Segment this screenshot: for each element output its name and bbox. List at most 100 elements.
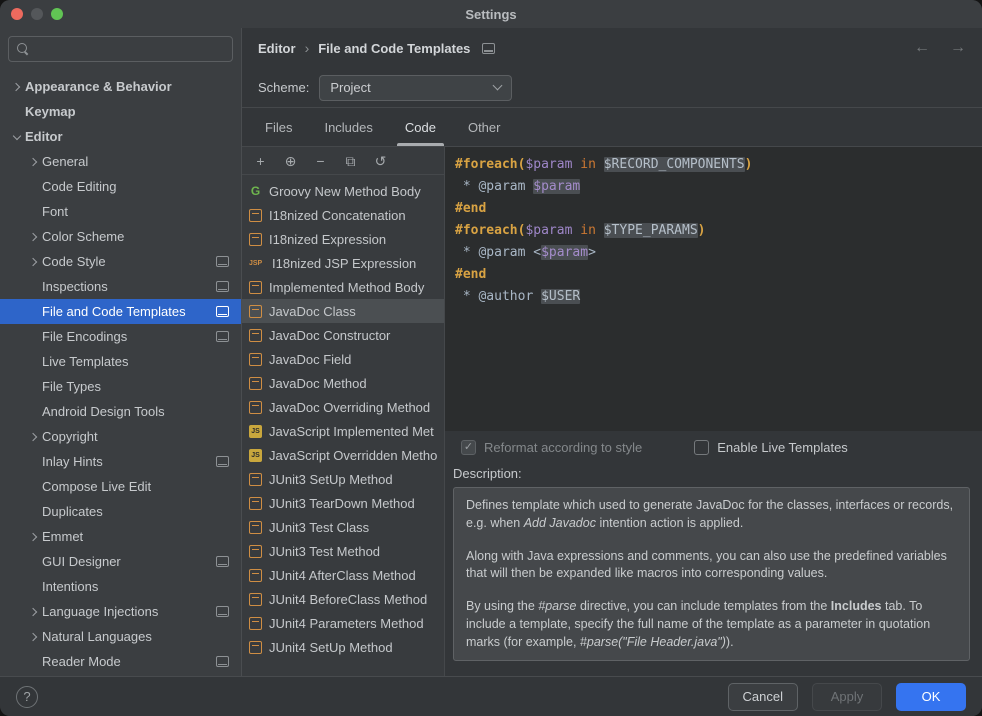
sidebar-item-compose-live-edit[interactable]: Compose Live Edit — [0, 474, 241, 499]
template-item-junit3-test-class[interactable]: JUnit3 Test Class — [242, 515, 444, 539]
sidebar-item-reader-mode[interactable]: Reader Mode — [0, 649, 241, 674]
template-editor[interactable]: #foreach($param in $RECORD_COMPONENTS) *… — [445, 147, 982, 431]
template-item-javadoc-class[interactable]: JavaDoc Class — [242, 299, 444, 323]
template-item-junit4-afterclass-method[interactable]: JUnit4 AfterClass Method — [242, 563, 444, 587]
breadcrumb: Editor › File and Code Templates — [258, 40, 495, 56]
template-item-i18nized-expression[interactable]: I18nized Expression — [242, 227, 444, 251]
live-templates-checkbox[interactable] — [694, 440, 709, 455]
template-item-junit4-setup-method[interactable]: JUnit4 SetUp Method — [242, 635, 444, 659]
chevron-right-icon[interactable] — [25, 534, 42, 540]
titlebar: Settings — [0, 0, 982, 28]
sidebar-item-gui-designer[interactable]: GUI Designer — [0, 549, 241, 574]
template-item-junit4-parameters-method[interactable]: JUnit4 Parameters Method — [242, 611, 444, 635]
sidebar-item-duplicates[interactable]: Duplicates — [0, 499, 241, 524]
template-file-icon — [249, 521, 262, 534]
settings-search[interactable] — [8, 36, 233, 62]
template-item-groovy-new-method-body[interactable]: GGroovy New Method Body — [242, 179, 444, 203]
breadcrumb-editor[interactable]: Editor — [258, 41, 296, 56]
scheme-label: Scheme: — [258, 80, 309, 95]
sidebar-item-intentions[interactable]: Intentions — [0, 574, 241, 599]
sidebar-item-live-templates[interactable]: Live Templates — [0, 349, 241, 374]
add-icon[interactable]: + — [253, 154, 268, 168]
settings-window: Settings Appearance & BehaviorKeymapEdit… — [0, 0, 982, 716]
chevron-down-icon[interactable] — [8, 135, 25, 139]
close-window-button[interactable] — [11, 8, 23, 20]
template-item-i18nized-concatenation[interactable]: I18nized Concatenation — [242, 203, 444, 227]
sidebar-item-file-encodings[interactable]: File Encodings — [0, 324, 241, 349]
template-item-junit4-beforeclass-method[interactable]: JUnit4 BeforeClass Method — [242, 587, 444, 611]
sidebar-item-copyright[interactable]: Copyright — [0, 424, 241, 449]
chevron-right-icon[interactable] — [25, 434, 42, 440]
sidebar-item-inlay-hints[interactable]: Inlay Hints — [0, 449, 241, 474]
back-icon[interactable]: ← — [914, 39, 930, 57]
cancel-button[interactable]: Cancel — [728, 683, 798, 711]
code-line: * @author $USER — [455, 286, 972, 308]
sidebar-item-font[interactable]: Font — [0, 199, 241, 224]
groovy-file-icon: G — [249, 185, 262, 197]
ok-button[interactable]: OK — [896, 683, 966, 711]
template-item-label: JUnit4 Parameters Method — [269, 616, 424, 631]
sidebar-item-android-design-tools[interactable]: Android Design Tools — [0, 399, 241, 424]
template-item-implemented-method-body[interactable]: Implemented Method Body — [242, 275, 444, 299]
chevron-right-icon[interactable] — [25, 609, 42, 615]
chevron-right-icon[interactable] — [25, 234, 42, 240]
template-file-icon — [249, 545, 262, 558]
sidebar-item-file-types[interactable]: File Types — [0, 374, 241, 399]
reset-to-default-icon[interactable]: ↺ — [373, 154, 388, 168]
template-item-javadoc-constructor[interactable]: JavaDoc Constructor — [242, 323, 444, 347]
template-item-junit3-test-method[interactable]: JUnit3 Test Method — [242, 539, 444, 563]
template-item-javadoc-method[interactable]: JavaDoc Method — [242, 371, 444, 395]
sidebar-item-appearance-behavior[interactable]: Appearance & Behavior — [0, 74, 241, 99]
duplicate-icon[interactable]: ⧉ — [343, 154, 358, 168]
code-line: * @param $param — [455, 176, 972, 198]
template-item-i18nized-jsp-expression[interactable]: JSPI18nized JSP Expression — [242, 251, 444, 275]
remove-icon[interactable]: − — [313, 154, 328, 168]
tab-includes[interactable]: Includes — [311, 108, 385, 146]
sidebar-item-keymap[interactable]: Keymap — [0, 99, 241, 124]
sidebar-item-natural-languages[interactable]: Natural Languages — [0, 624, 241, 649]
reformat-label: Reformat according to style — [484, 440, 642, 455]
minimize-window-button — [31, 8, 43, 20]
help-button[interactable]: ? — [16, 686, 38, 708]
template-item-javascript-implemented-met[interactable]: JSJavaScript Implemented Met — [242, 419, 444, 443]
sidebar-item-file-and-code-templates[interactable]: File and Code Templates — [0, 299, 241, 324]
template-item-javadoc-field[interactable]: JavaDoc Field — [242, 347, 444, 371]
sidebar-item-inspections[interactable]: Inspections — [0, 274, 241, 299]
chevron-right-icon[interactable] — [25, 634, 42, 640]
template-toolbar: + ⊕ − ⧉ ↺ — [242, 147, 444, 175]
sidebar-item-general[interactable]: General — [0, 149, 241, 174]
create-from-copy-icon[interactable]: ⊕ — [283, 154, 298, 168]
template-list-panel: + ⊕ − ⧉ ↺ GGroovy New Method Body I18nized Co… — [242, 147, 445, 676]
sidebar-item-emmet[interactable]: Emmet — [0, 524, 241, 549]
sidebar-item-editor[interactable]: Editor — [0, 124, 241, 149]
search-input[interactable] — [36, 42, 224, 57]
chevron-right-icon[interactable] — [25, 159, 42, 165]
template-file-icon — [249, 617, 262, 630]
sidebar-item-code-style[interactable]: Code Style — [0, 249, 241, 274]
template-item-javadoc-overriding-method[interactable]: JavaDoc Overriding Method — [242, 395, 444, 419]
template-split: + ⊕ − ⧉ ↺ GGroovy New Method Body I18nized Co… — [242, 146, 982, 676]
sidebar-item-language-injections[interactable]: Language Injections — [0, 599, 241, 624]
tab-files[interactable]: Files — [252, 108, 305, 146]
template-item-label: JUnit4 BeforeClass Method — [269, 592, 427, 607]
live-templates-option[interactable]: Enable Live Templates — [694, 440, 848, 455]
tab-code[interactable]: Code — [392, 108, 449, 146]
forward-icon[interactable]: → — [950, 39, 966, 57]
zoom-window-button[interactable] — [51, 8, 63, 20]
template-item-label: I18nized Concatenation — [269, 208, 406, 223]
sidebar-item-color-scheme[interactable]: Color Scheme — [0, 224, 241, 249]
template-item-junit3-setup-method[interactable]: JUnit3 SetUp Method — [242, 467, 444, 491]
template-item-junit3-teardown-method[interactable]: JUnit3 TearDown Method — [242, 491, 444, 515]
scheme-dropdown[interactable]: Project — [319, 75, 512, 101]
chevron-right-icon[interactable] — [8, 84, 25, 90]
sidebar-item-label: File Types — [42, 379, 241, 394]
template-detail-panel: #foreach($param in $RECORD_COMPONENTS) *… — [445, 147, 982, 676]
template-item-label: JUnit3 TearDown Method — [269, 496, 415, 511]
chevron-right-icon[interactable] — [25, 259, 42, 265]
per-project-settings-icon — [216, 281, 229, 292]
sidebar-item-label: Color Scheme — [42, 229, 241, 244]
template-item-javascript-overridden-metho[interactable]: JSJavaScript Overridden Metho — [242, 443, 444, 467]
tab-other[interactable]: Other — [455, 108, 514, 146]
sidebar-item-code-editing[interactable]: Code Editing — [0, 174, 241, 199]
chevron-down-icon — [493, 81, 503, 91]
